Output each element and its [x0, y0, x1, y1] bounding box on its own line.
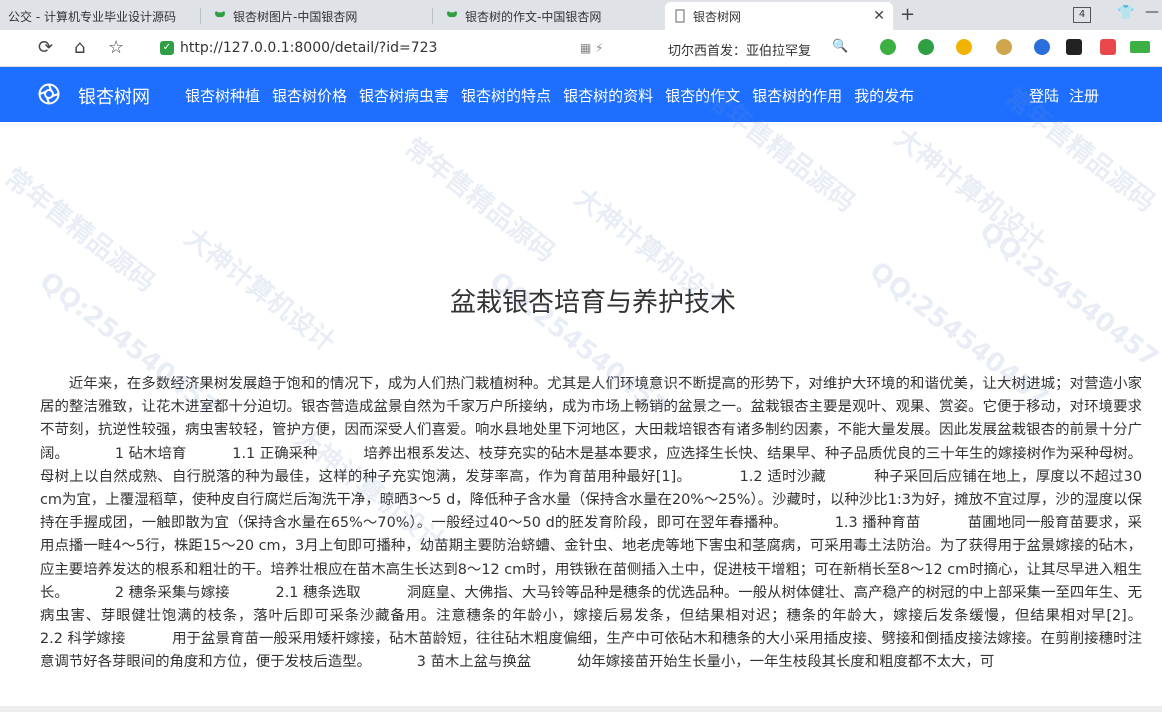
nav-item-planting[interactable]: 银杏树种植 [185, 85, 260, 106]
shield-icon: ✓ [160, 41, 174, 55]
tab-2[interactable]: 银杏树图片-中国银杏网 [205, 2, 430, 30]
watermark: 大神计算机设计 [888, 122, 1051, 259]
nav-item-uses[interactable]: 银杏树的作用 [752, 85, 842, 106]
image-icon[interactable] [996, 39, 1012, 55]
login-link[interactable]: 登陆 [1029, 85, 1059, 106]
search-icon[interactable]: 🔍 [832, 39, 848, 54]
apps-icon[interactable] [1100, 39, 1116, 55]
tab-title: 银杏树网 [693, 9, 742, 24]
watermark: 常年售精品源码 [0, 162, 161, 299]
search-tool-icon[interactable] [1034, 39, 1050, 55]
reload-icon[interactable]: ⟳ [38, 37, 53, 58]
tab-separator [200, 8, 201, 24]
site-brand[interactable]: 银杏树网 [78, 83, 150, 109]
nav-item-price[interactable]: 银杏树价格 [272, 85, 347, 106]
extension-icon[interactable] [1066, 39, 1082, 55]
main-nav: 银杏树种植 银杏树价格 银杏树病虫害 银杏树的特点 银杏树的资料 银杏的作文 银… [185, 85, 914, 106]
skin-icon[interactable]: 👕 [1117, 5, 1134, 21]
watermark: 常年售精品源码 [398, 132, 561, 269]
tab-1[interactable]: 公交 - 计算机专业毕业设计源码 [0, 2, 200, 30]
tab-title: 银杏树的作文-中国银杏网 [465, 9, 602, 24]
nav-item-pests[interactable]: 银杏树病虫害 [359, 85, 449, 106]
qr-lightning-icons[interactable]: ▦ ⚡ [580, 41, 604, 55]
scissors-icon[interactable] [880, 39, 896, 55]
close-tab-icon[interactable]: ✕ [873, 8, 885, 24]
url-text: http://127.0.0.1:8000/detail/?id=723 [180, 40, 438, 56]
translate-icon[interactable] [918, 39, 934, 55]
nav-item-my-posts[interactable]: 我的发布 [854, 85, 914, 106]
tab-3[interactable]: 银杏树的作文-中国银杏网 [437, 2, 662, 30]
tab-count-badge[interactable]: 4 [1073, 7, 1091, 23]
nav-item-features[interactable]: 银杏树的特点 [461, 85, 551, 106]
article-title: 盆栽银杏培育与养护技术 [449, 288, 736, 318]
auth-links: 登陆 注册 [1029, 85, 1099, 106]
nav-item-essays[interactable]: 银杏的作文 [665, 85, 740, 106]
tab-separator [432, 8, 433, 24]
battery-icon [1130, 41, 1150, 53]
tab-title: 银杏树图片-中国银杏网 [233, 9, 358, 24]
address-bar: ⟳ ⌂ ☆ ✓ http://127.0.0.1:8000/detail/?id… [0, 30, 1162, 67]
minimize-icon[interactable]: — [1145, 4, 1159, 20]
status-bar [0, 706, 1162, 712]
ginkgo-leaf-icon [447, 11, 457, 22]
search-hint[interactable]: 切尔西首发：亚伯拉罕复 [668, 40, 811, 59]
aperture-logo-icon [38, 83, 60, 105]
site-header: 银杏树网 银杏树种植 银杏树价格 银杏树病虫害 银杏树的特点 银杏树的资料 银杏… [0, 67, 1162, 122]
browser-tab-bar: 公交 - 计算机专业毕业设计源码 银杏树图片-中国银杏网 银杏树的作文-中国银杏… [0, 0, 1162, 30]
ginkgo-leaf-icon [215, 11, 225, 22]
coupon-icon[interactable] [956, 39, 972, 55]
home-icon[interactable]: ⌂ [74, 37, 85, 58]
tab-title: 公交 - 计算机专业毕业设计源码 [8, 9, 176, 24]
register-link[interactable]: 注册 [1069, 85, 1099, 106]
tab-4-active[interactable]: 银杏树网 ✕ [665, 2, 893, 30]
article-body: 近年来，在多数经济果树发展趋于饱和的情况下，成为人们热门栽植树种。尤其是人们环境… [40, 376, 1142, 671]
star-icon[interactable]: ☆ [108, 37, 124, 58]
new-tab-icon[interactable]: + [900, 4, 915, 25]
nav-item-materials[interactable]: 银杏树的资料 [563, 85, 653, 106]
page-icon [675, 9, 685, 23]
url-field[interactable]: ✓ http://127.0.0.1:8000/detail/?id=723 [160, 35, 640, 61]
